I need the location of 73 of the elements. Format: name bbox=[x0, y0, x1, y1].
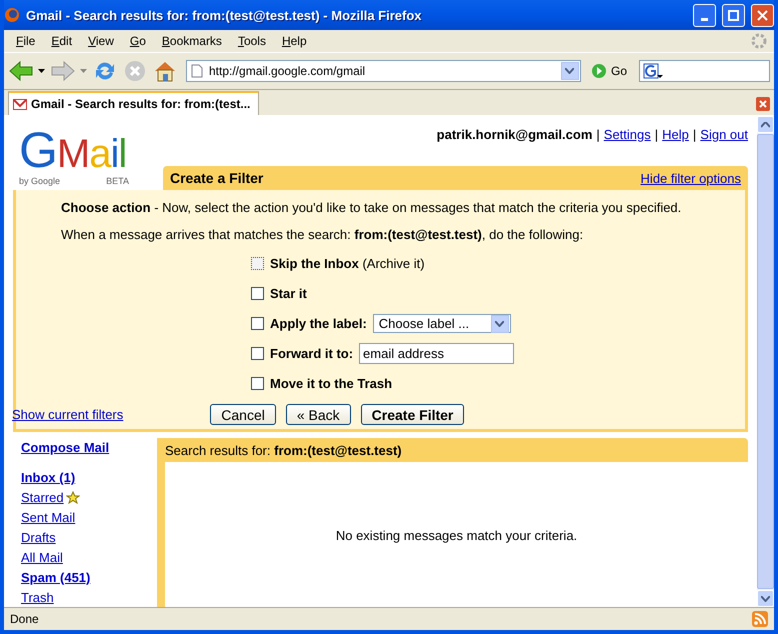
maximize-button[interactable] bbox=[722, 4, 745, 26]
folder-link[interactable]: Sent Mail bbox=[21, 508, 157, 528]
action-label: Apply the label: bbox=[270, 316, 367, 331]
menu-item[interactable]: Edit bbox=[43, 34, 80, 48]
dropdown-icon[interactable] bbox=[38, 68, 46, 74]
minimize-button[interactable] bbox=[693, 4, 716, 26]
menu-item[interactable]: Bookmarks bbox=[154, 34, 230, 48]
menu-item[interactable]: Tools bbox=[230, 34, 274, 48]
envelope-icon bbox=[13, 98, 27, 110]
beta-label: BETA bbox=[106, 176, 129, 186]
page-icon bbox=[191, 64, 203, 78]
separator: | bbox=[692, 127, 696, 142]
close-button[interactable] bbox=[751, 4, 774, 26]
close-icon bbox=[757, 10, 768, 20]
compose-link[interactable]: Compose Mail bbox=[21, 438, 157, 458]
maximize-icon bbox=[728, 10, 739, 20]
action-label: Star it bbox=[270, 286, 307, 301]
menu-item[interactable]: File bbox=[8, 34, 44, 48]
back-icon[interactable] bbox=[8, 59, 34, 83]
address-field[interactable]: http://gmail.google.com/gmail bbox=[186, 60, 581, 82]
menu-item[interactable]: Go bbox=[122, 34, 154, 48]
dropdown-icon[interactable] bbox=[560, 62, 579, 80]
action-label: Skip the Inbox (Archive it) bbox=[270, 256, 425, 271]
filter-button[interactable]: Create Filter bbox=[360, 404, 464, 425]
folder-link[interactable]: Spam (451) bbox=[21, 567, 157, 588]
throbber-icon bbox=[750, 32, 768, 50]
action-label: Forward it to: bbox=[270, 346, 354, 361]
filter-button[interactable]: « Back bbox=[286, 404, 351, 425]
minimize-icon bbox=[701, 18, 708, 20]
search-description: When a message arrives that matches the search: from:(test@test.test), do the following: bbox=[61, 227, 584, 242]
folder-link[interactable]: Drafts bbox=[21, 528, 157, 548]
folder-link[interactable]: Starred bbox=[21, 488, 157, 508]
dropdown-icon[interactable] bbox=[490, 314, 509, 332]
folder-link[interactable]: Inbox (1) bbox=[21, 468, 157, 488]
header-link[interactable]: Help bbox=[662, 127, 689, 142]
empty-message: No existing messages match your criteria. bbox=[336, 528, 578, 543]
filter-title: Create a Filter bbox=[170, 170, 264, 186]
star-icon bbox=[66, 490, 80, 505]
go-button[interactable]: Go bbox=[584, 63, 635, 79]
action-label: Move it to the Trash bbox=[270, 376, 392, 391]
browser-tab[interactable]: Gmail - Search results for: from:(test... bbox=[8, 91, 260, 115]
gmail-logo: GMail bbox=[19, 128, 126, 176]
hide-filter-link[interactable]: Hide filter options bbox=[640, 170, 741, 186]
scroll-down-button[interactable] bbox=[757, 590, 774, 607]
search-field[interactable] bbox=[639, 60, 770, 82]
results-title: Search results for: from:(test@test.test) bbox=[165, 442, 402, 458]
folder-link[interactable]: Trash bbox=[21, 587, 157, 607]
checkbox[interactable] bbox=[251, 347, 264, 360]
search-engine-icon[interactable] bbox=[643, 63, 663, 79]
instruction-text: Choose action - Now, select the action you'd like to take on messages that match the criteria you specified. bbox=[61, 200, 682, 215]
close-tab-icon[interactable] bbox=[756, 97, 770, 111]
email-field[interactable]: email address bbox=[359, 343, 514, 364]
status-text: Done bbox=[10, 612, 39, 626]
separator: | bbox=[596, 127, 600, 142]
window-title: Gmail - Search results for: from:(test@test.test) - Mozilla Firefox bbox=[26, 8, 423, 22]
filter-button[interactable]: Cancel bbox=[210, 404, 276, 425]
separator: | bbox=[654, 127, 658, 142]
scroll-up-button[interactable] bbox=[757, 116, 774, 133]
label-select[interactable]: Choose label ... bbox=[372, 314, 511, 333]
header-link[interactable]: Sign out bbox=[700, 127, 748, 142]
scrollbar[interactable] bbox=[757, 116, 774, 607]
play-icon bbox=[590, 63, 607, 79]
checkbox[interactable] bbox=[251, 257, 264, 270]
menu-item[interactable]: Help bbox=[274, 34, 315, 48]
account-email: patrik.hornik@gmail.com bbox=[436, 127, 592, 142]
checkbox[interactable] bbox=[251, 317, 264, 330]
show-filters-link[interactable]: Show current filters bbox=[12, 407, 124, 422]
checkbox[interactable] bbox=[251, 377, 264, 390]
checkbox[interactable] bbox=[251, 287, 264, 300]
folder-link[interactable]: All Mail bbox=[21, 547, 157, 568]
logo-byline: by Google bbox=[19, 176, 60, 186]
header-link[interactable]: Settings bbox=[604, 127, 651, 142]
menu-item[interactable]: View bbox=[80, 34, 122, 48]
